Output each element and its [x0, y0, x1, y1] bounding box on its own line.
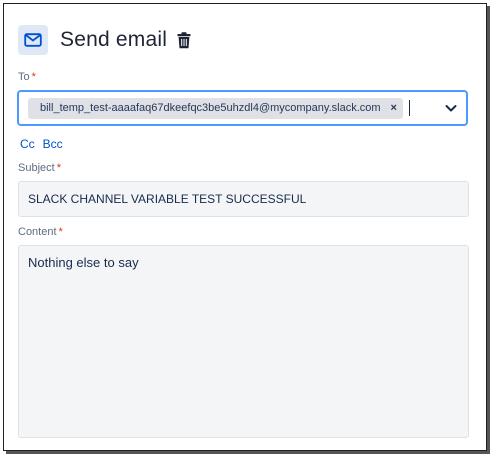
content-label-text: Content — [18, 226, 57, 238]
to-label: To * — [18, 71, 36, 83]
content-label: Content * — [18, 226, 63, 238]
content-textarea[interactable]: Nothing else to say — [18, 245, 469, 438]
required-marker: * — [31, 71, 36, 83]
remove-recipient-button[interactable]: × — [391, 102, 397, 114]
cc-bcc-links: Cc Bcc — [20, 137, 63, 151]
subject-label: Subject * — [18, 162, 61, 174]
recipient-chip: bill_temp_test-aaaafaq67dkeefqc3be5uhzdl… — [28, 97, 403, 119]
to-recipients-input[interactable]: bill_temp_test-aaaafaq67dkeefqc3be5uhzdl… — [17, 90, 468, 126]
subject-label-text: Subject — [18, 162, 55, 174]
subject-input[interactable]: SLACK CHANNEL VARIABLE TEST SUCCESSFUL — [18, 181, 469, 217]
required-marker: * — [58, 226, 63, 238]
bcc-link[interactable]: Bcc — [43, 137, 63, 151]
content-value: Nothing else to say — [28, 255, 139, 270]
mail-icon — [18, 25, 48, 55]
recipient-email: bill_temp_test-aaaafaq67dkeefqc3be5uhzdl… — [40, 102, 381, 114]
page-title: Send email — [60, 28, 168, 51]
panel-header: Send email — [18, 24, 191, 56]
required-marker: * — [56, 162, 61, 174]
chevron-down-icon[interactable] — [444, 101, 458, 120]
text-cursor — [408, 100, 410, 116]
send-email-panel: Send email To * bill_temp_test-aaaafaq67d… — [3, 3, 487, 451]
trash-icon[interactable] — [177, 31, 191, 49]
cc-link[interactable]: Cc — [20, 137, 35, 151]
subject-value: SLACK CHANNEL VARIABLE TEST SUCCESSFUL — [28, 192, 307, 206]
to-label-text: To — [18, 71, 30, 83]
